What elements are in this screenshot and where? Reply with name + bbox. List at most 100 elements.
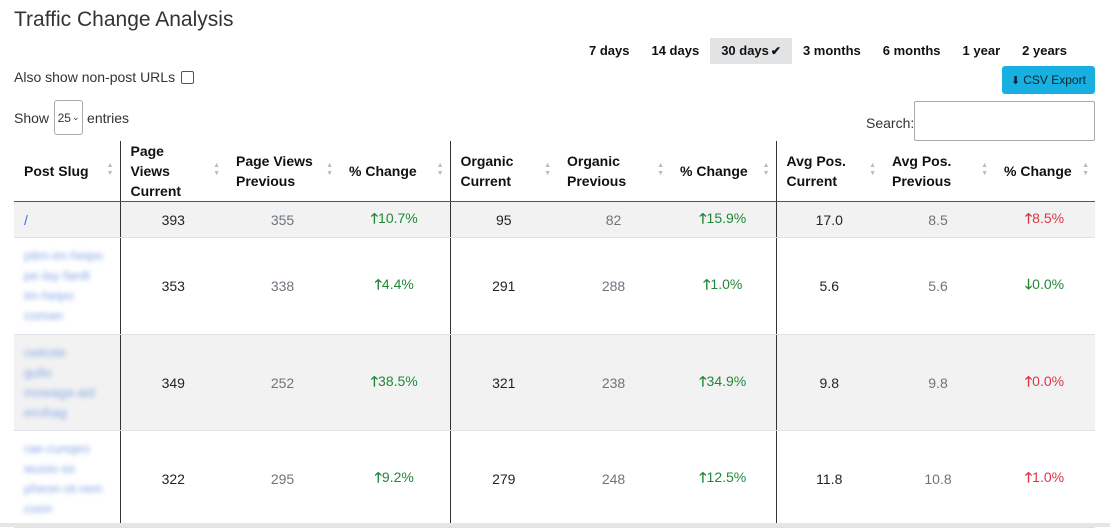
post-slug-link-blurred[interactable]: cwtrote gullo mowaga-aid ercihag xyxy=(24,343,120,423)
page-views-change: 🡑10.7% xyxy=(339,201,450,238)
range-label: 14 days xyxy=(651,43,700,58)
organic-change: 🡑15.9% xyxy=(670,201,776,238)
organic-previous: 238 xyxy=(557,334,670,431)
range-label: 7 days xyxy=(589,43,630,58)
arrow-up-icon: 🡑 xyxy=(374,276,382,292)
post-slug-cell: rae-cunqeo wusio-so pheon-ot-rem coon xyxy=(14,430,120,528)
entries-select[interactable]: 25 ⌄ xyxy=(54,100,84,135)
column-header-page-views-previous[interactable]: Page Views Previous ▲ ▼ xyxy=(226,141,339,202)
avg-pos-change: 🡑1.0% xyxy=(994,430,1095,528)
range-2-years[interactable]: 2 years xyxy=(1011,38,1078,64)
entries-length-control: Show 25 ⌄ entries xyxy=(14,100,129,135)
table-row: cwtrote gullo mowaga-aid ercihag 349 252 🡑3… xyxy=(14,334,1095,431)
non-post-urls-option: Also show non-post URLs xyxy=(14,69,195,85)
range-label: 1 year xyxy=(962,43,1001,58)
header-label: % Change xyxy=(349,163,417,179)
change-value: 38.5% xyxy=(378,372,418,389)
show-label: Show xyxy=(14,109,50,126)
page-views-previous: 295 xyxy=(226,430,339,528)
organic-current: 321 xyxy=(449,334,557,431)
column-header-avg-pos-change[interactable]: % Change ▲ ▼ xyxy=(994,141,1095,202)
range-1-year[interactable]: 1 year xyxy=(952,38,1012,64)
sort-icon: ▲ ▼ xyxy=(106,162,114,177)
horizontal-scrollbar[interactable] xyxy=(0,523,1110,527)
avg-pos-previous: 5.6 xyxy=(882,237,994,335)
organic-previous: 288 xyxy=(557,237,670,335)
change-value: 1.0% xyxy=(710,276,743,292)
header-label: % Change xyxy=(1004,163,1072,179)
header-label: % Change xyxy=(680,163,748,179)
change-value: 0.0% xyxy=(1032,276,1065,292)
download-icon: ⬇ xyxy=(1011,74,1021,87)
non-post-urls-checkbox[interactable] xyxy=(181,70,195,84)
date-range-selector: 7 days 14 days 30 days ✔ 3 months 6 month… xyxy=(578,38,1078,64)
column-header-post-slug[interactable]: Post Slug ▲ ▼ xyxy=(14,141,120,202)
search-input[interactable] xyxy=(914,101,1095,141)
page-views-change: 🡑9.2% xyxy=(339,430,450,528)
column-header-avg-pos-previous[interactable]: Avg Pos. Previous ▲ ▼ xyxy=(882,141,994,202)
column-header-organic-change[interactable]: % Change ▲ ▼ xyxy=(670,141,776,202)
csv-export-button[interactable]: ⬇ CSV Export xyxy=(1002,66,1095,94)
post-slug-link-blurred[interactable]: pitm-im-heipo pe-lay-fardt im-heipo coman xyxy=(24,246,120,326)
header-label: Post Slug xyxy=(24,163,89,179)
page-views-current: 322 xyxy=(119,430,226,528)
range-label: 30 days xyxy=(721,43,769,58)
range-label: 6 months xyxy=(882,43,941,58)
organic-current: 279 xyxy=(449,430,557,528)
page-views-current: 393 xyxy=(119,201,226,238)
organic-current: 95 xyxy=(449,201,557,238)
column-header-organic-current[interactable]: Organic Current ▲ ▼ xyxy=(449,141,557,202)
post-slug-link-blurred[interactable]: rae-cunqeo wusio-so pheon-ot-rem coon xyxy=(24,439,120,519)
column-header-page-views-change[interactable]: % Change ▲ ▼ xyxy=(339,141,450,202)
organic-change: 🡑12.5% xyxy=(670,430,776,528)
post-slug-link[interactable]: / xyxy=(24,212,28,228)
page-views-change: 🡑38.5% xyxy=(339,334,450,431)
range-30-days[interactable]: 30 days ✔ xyxy=(710,38,792,64)
search-label: Search: xyxy=(866,115,915,131)
range-6-months[interactable]: 6 months xyxy=(872,38,952,64)
table-row: pitm-im-heipo pe-lay-fardt im-heipo coman 3… xyxy=(14,237,1095,335)
avg-pos-previous: 8.5 xyxy=(882,201,994,238)
post-slug-cell: / xyxy=(14,201,120,238)
header-label: Page Views Previous xyxy=(236,153,313,189)
avg-pos-current: 9.8 xyxy=(775,334,882,431)
post-slug-cell: pitm-im-heipo pe-lay-fardt im-heipo coman xyxy=(14,237,120,335)
header-label: Organic Current xyxy=(460,153,514,189)
avg-pos-change: 🡑8.5% xyxy=(994,201,1095,238)
arrow-up-icon: 🡑 xyxy=(699,372,707,389)
header-label: Avg Pos. Current xyxy=(786,153,846,189)
organic-change: 🡑1.0% xyxy=(670,237,776,335)
change-value: 1.0% xyxy=(1032,469,1065,485)
avg-pos-previous: 10.8 xyxy=(882,430,994,528)
sort-icon: ▲ ▼ xyxy=(762,162,770,177)
check-icon: ✔ xyxy=(770,44,781,58)
post-slug-cell: cwtrote gullo mowaga-aid ercihag xyxy=(14,334,120,431)
column-header-avg-pos-current[interactable]: Avg Pos. Current ▲ ▼ xyxy=(775,141,882,202)
traffic-table: Post Slug ▲ ▼ Page Views Current ▲ ▼ Page Vi… xyxy=(14,141,1095,528)
header-label: Page Views Current xyxy=(130,143,182,199)
organic-change: 🡑34.9% xyxy=(670,334,776,431)
avg-pos-previous: 9.8 xyxy=(882,334,994,431)
sort-icon: ▲ ▼ xyxy=(436,162,444,177)
avg-pos-current: 5.6 xyxy=(775,237,882,335)
change-value: 34.9% xyxy=(706,372,747,389)
organic-current: 291 xyxy=(449,237,557,335)
page-views-previous: 338 xyxy=(226,237,339,335)
column-header-organic-previous[interactable]: Organic Previous ▲ ▼ xyxy=(557,141,670,202)
entries-select-value: 25 xyxy=(57,110,71,125)
avg-pos-current: 17.0 xyxy=(775,201,882,238)
table-row: rae-cunqeo wusio-so pheon-ot-rem coon 322 2… xyxy=(14,430,1095,528)
range-7-days[interactable]: 7 days xyxy=(578,38,640,64)
sort-icon: ▲ ▼ xyxy=(326,162,333,177)
page-views-change: 🡑4.4% xyxy=(339,237,450,335)
sort-icon: ▲ ▼ xyxy=(657,162,664,177)
change-value: 8.5% xyxy=(1032,209,1065,226)
sort-icon: ▲ ▼ xyxy=(869,162,876,177)
range-label: 3 months xyxy=(802,43,861,58)
csv-export-label: CSV Export xyxy=(1023,73,1086,87)
range-3-months[interactable]: 3 months xyxy=(792,38,872,64)
sort-icon: ▲ ▼ xyxy=(544,162,551,177)
column-header-page-views-current[interactable]: Page Views Current ▲ ▼ xyxy=(119,141,226,202)
page-title: Traffic Change Analysis xyxy=(14,8,234,31)
range-14-days[interactable]: 14 days xyxy=(640,38,710,64)
